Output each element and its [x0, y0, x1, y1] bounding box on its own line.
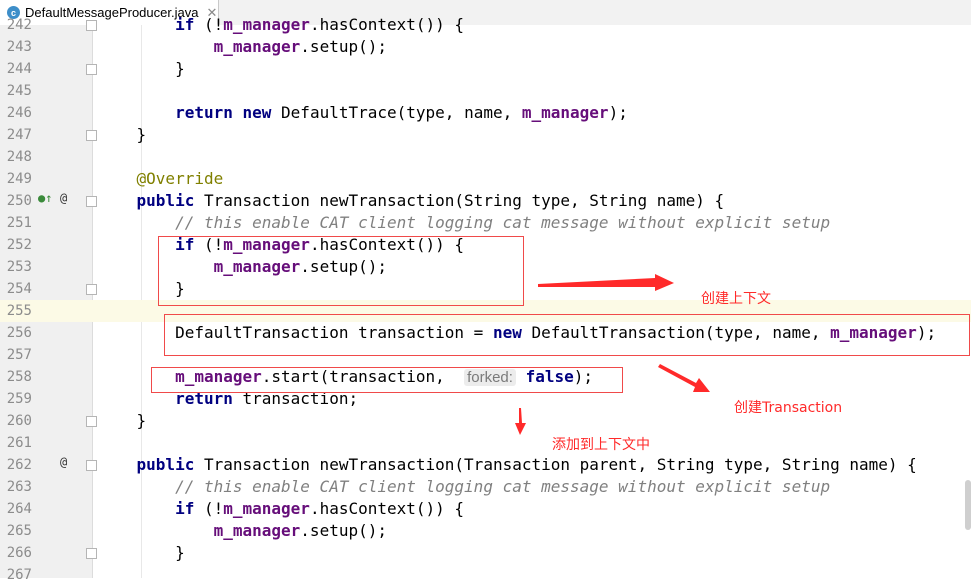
callout-arrows	[515, 274, 710, 435]
note-add-to-context: 添加到上下文中	[552, 437, 650, 453]
arrow-to-transaction-note	[658, 364, 710, 392]
vertical-scrollbar[interactable]	[965, 480, 971, 530]
arrow-to-add-note	[515, 408, 526, 435]
arrow-to-context-note	[538, 274, 674, 291]
note-create-transaction: 创建Transaction	[734, 400, 843, 416]
note-create-context: 创建上下文	[701, 291, 771, 307]
